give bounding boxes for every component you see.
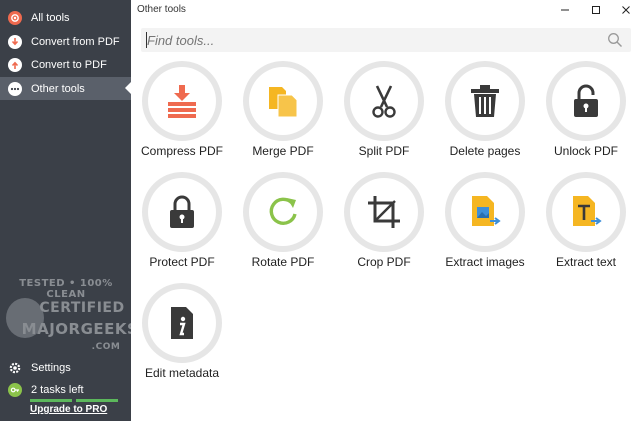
maximize-button[interactable]	[583, 1, 609, 19]
tool-crop-pdf[interactable]: Crop PDF	[333, 172, 433, 278]
compress-icon	[168, 85, 196, 118]
sidebar: All tools Convert from PDF Convert to PD…	[0, 0, 138, 421]
close-button[interactable]	[613, 1, 639, 19]
tool-icon-holder	[451, 178, 519, 246]
tool-rotate-pdf[interactable]: Rotate PDF	[232, 172, 332, 278]
sidebar-item-all-tools[interactable]: All tools	[0, 6, 131, 29]
tool-merge-pdf[interactable]: Merge PDF	[232, 61, 332, 167]
sidebar-item-convert-from-pdf[interactable]: Convert from PDF	[0, 30, 131, 53]
sidebar-item-convert-to-pdf[interactable]: Convert to PDF	[0, 53, 131, 76]
tool-label: Unlock PDF	[553, 144, 618, 158]
sidebar-item-other-tools[interactable]: Other tools	[0, 77, 131, 100]
sidebar-item-label: Convert to PDF	[31, 58, 107, 71]
minimize-icon	[561, 9, 569, 11]
main-panel: Other tools Compress PDF	[131, 0, 640, 421]
convert-to-pdf-icon	[8, 57, 22, 72]
tool-icon-holder	[148, 178, 216, 246]
tasks-status: 2 tasks left Upgrade to PRO	[0, 381, 131, 421]
search-input[interactable]	[147, 30, 602, 50]
upgrade-link[interactable]: Upgrade to PRO	[30, 404, 107, 415]
minimize-button[interactable]	[552, 1, 578, 19]
all-tools-icon	[8, 10, 22, 25]
tool-compress-pdf[interactable]: Compress PDF	[131, 61, 231, 167]
tool-circle	[546, 61, 626, 141]
key-icon	[8, 383, 22, 397]
tool-circle	[142, 61, 222, 141]
trash-icon	[471, 85, 499, 117]
more-icon	[8, 81, 22, 96]
tool-circle	[142, 283, 222, 363]
maximize-icon	[592, 6, 600, 14]
tool-unlock-pdf[interactable]: Unlock PDF	[535, 61, 635, 167]
tool-delete-pages[interactable]: Delete pages	[434, 61, 534, 167]
tool-icon-holder	[249, 67, 317, 135]
gear-icon	[8, 361, 22, 375]
settings-button[interactable]: Settings	[0, 356, 131, 379]
crop-icon	[368, 196, 400, 228]
tool-label: Extract text	[555, 255, 617, 269]
tool-icon-holder	[552, 178, 620, 246]
title-bar: Other tools	[131, 0, 640, 20]
settings-label: Settings	[31, 361, 71, 374]
tool-icon-holder	[350, 67, 418, 135]
tool-icon-holder	[350, 178, 418, 246]
extract-text-icon	[573, 196, 602, 226]
tool-circle	[243, 172, 323, 252]
merge-icon	[269, 87, 298, 118]
tool-icon-holder	[148, 67, 216, 135]
watermark-line: CERTIFIED	[39, 300, 125, 316]
sidebar-item-label: Convert from PDF	[31, 35, 120, 48]
tool-protect-pdf[interactable]: Protect PDF	[131, 172, 231, 278]
window-title: Other tools	[137, 4, 186, 15]
tool-circle	[344, 172, 424, 252]
tool-circle	[243, 61, 323, 141]
tool-circle	[344, 61, 424, 141]
convert-from-pdf-icon	[8, 34, 22, 49]
tool-extract-images[interactable]: Extract images	[434, 172, 534, 278]
tool-icon-holder	[148, 289, 216, 357]
tool-circle	[142, 172, 222, 252]
search-icon[interactable]	[607, 32, 623, 51]
lock-icon	[170, 195, 194, 228]
search-bar	[141, 28, 631, 52]
tool-icon-holder	[249, 178, 317, 246]
watermark-line: MAJORGEEKS	[21, 320, 139, 338]
watermark: TESTED • 100% CLEAN CERTIFIED MAJORGEEKS…	[2, 276, 138, 364]
scissors-icon	[372, 85, 396, 118]
close-icon	[622, 6, 630, 14]
tool-icon-holder	[552, 67, 620, 135]
tool-split-pdf[interactable]: Split PDF	[333, 61, 433, 167]
sidebar-item-label: All tools	[31, 11, 70, 24]
rotate-icon	[269, 197, 297, 225]
tool-circle	[445, 61, 525, 141]
tasks-left-label: 2 tasks left	[31, 384, 84, 396]
watermark-line: TESTED • 100% CLEAN	[19, 278, 113, 300]
tool-icon-holder	[451, 67, 519, 135]
tool-label: Edit metadata	[144, 366, 220, 380]
tool-edit-metadata[interactable]: Edit metadata	[131, 283, 231, 389]
extract-images-icon	[472, 196, 501, 226]
tasks-progress	[30, 399, 118, 402]
metadata-icon	[171, 307, 193, 339]
sidebar-item-label: Other tools	[31, 82, 85, 95]
tool-extract-text[interactable]: Extract text	[535, 172, 635, 278]
unlock-icon	[574, 84, 598, 117]
tool-circle	[445, 172, 525, 252]
tool-circle	[546, 172, 626, 252]
